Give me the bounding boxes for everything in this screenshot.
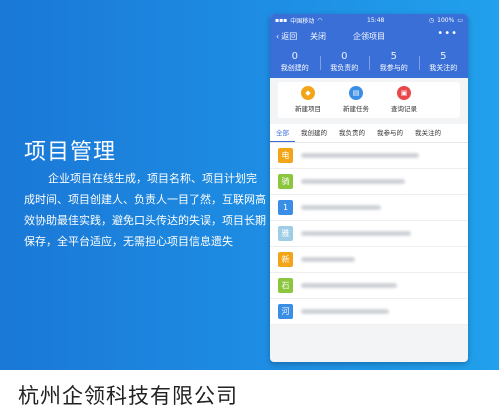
project-avatar: 河 [278,304,293,319]
more-menu-button[interactable]: ••• [437,28,458,39]
stat-created[interactable]: 0 我创建的 [270,48,320,78]
footer: 杭州企领科技有限公司 [0,370,499,416]
blurred-text [301,283,397,288]
blurred-text [301,309,389,314]
feature-description-text: 企业项目在线生成，项目名称、项目计划完成时间、项目创建人、负责人一目了然，互联网… [24,172,266,248]
stat-count: 5 [390,51,397,62]
list-item[interactable]: 新 [270,247,468,273]
stat-label: 我关注的 [429,64,458,72]
stat-label: 我参与的 [379,64,408,72]
phone-mockup: ▪▪▪ 中国移动 ◠ 15:48 ◷ 100% ▭ ‹ 返回 关闭 企领项目 •… [270,14,468,362]
list-item[interactable]: 骑 [270,169,468,195]
project-avatar: 骑 [278,174,293,189]
stat-count: 0 [291,51,298,62]
stat-label: 我负责的 [330,64,359,72]
wifi-icon: ◠ [317,16,323,24]
stats-bar: 0 我创建的 0 我负责的 5 我参与的 5 我关注的 [270,48,468,78]
project-avatar: 雅 [278,226,293,241]
new-project-button[interactable]: ◆ 新建项目 [284,82,332,118]
battery-icon: ▭ [457,16,463,24]
stat-participating[interactable]: 5 我参与的 [369,48,419,78]
signal-icon: ▪▪▪ [275,16,288,24]
battery-label: 100% [437,16,455,24]
tab-following[interactable]: 我关注的 [409,124,447,142]
stat-count: 5 [440,51,447,62]
stat-following[interactable]: 5 我关注的 [418,48,469,78]
blurred-text [301,205,381,210]
carrier-label: 中国移动 [290,17,315,25]
project-avatar: 新 [278,252,293,267]
clipboard-icon: ▤ [349,86,363,100]
stat-label: 我创建的 [280,64,309,72]
query-records-button[interactable]: ▣ 查询记录 [380,82,428,118]
action-label: 查询记录 [391,105,417,113]
blurred-text [301,231,411,236]
new-task-button[interactable]: ▤ 新建任务 [332,82,380,118]
feature-heading: 项目管理 [24,140,117,165]
layers-icon: ◆ [301,86,315,100]
quick-actions: ◆ 新建项目 ▤ 新建任务 ▣ 查询记录 [278,82,460,118]
filter-tabs: 全部 我创建的 我负责的 我参与的 我关注的 [270,124,468,143]
list-item[interactable]: 河 [270,299,468,325]
action-label: 新建任务 [343,105,369,113]
action-label: 新建项目 [295,105,321,113]
clock-icon: ◷ [428,16,435,24]
tab-created[interactable]: 我创建的 [295,124,333,142]
list-item[interactable]: 石 [270,273,468,299]
stat-count: 0 [341,51,348,62]
list-item[interactable]: 电 [270,143,468,169]
stat-responsible[interactable]: 0 我负责的 [319,48,370,78]
list-item[interactable]: 1 [270,195,468,221]
project-avatar: 石 [278,278,293,293]
company-name: 杭州企领科技有限公司 [18,384,238,408]
status-bar: ▪▪▪ 中国移动 ◠ 15:48 ◷ 100% ▭ [270,14,468,26]
feature-description: 企业项目在线生成，项目名称、项目计划完成时间、项目创建人、负责人一目了然，互联网… [24,168,266,252]
records-icon: ▣ [397,86,411,100]
tab-participating[interactable]: 我参与的 [371,124,409,142]
blurred-text [301,153,419,158]
project-list: 电 骑 1 雅 新 石 河 [270,143,468,325]
tab-all[interactable]: 全部 [270,125,295,142]
project-avatar: 1 [278,200,293,215]
project-avatar: 电 [278,148,293,163]
status-time: 15:48 [367,16,385,24]
list-item[interactable]: 雅 [270,221,468,247]
blurred-text [301,257,355,262]
hero-banner: 项目管理 企业项目在线生成，项目名称、项目计划完成时间、项目创建人、负责人一目了… [0,0,499,370]
blurred-text [301,179,405,184]
app-navbar: ‹ 返回 关闭 企领项目 ••• [270,26,468,48]
tab-responsible[interactable]: 我负责的 [333,124,371,142]
